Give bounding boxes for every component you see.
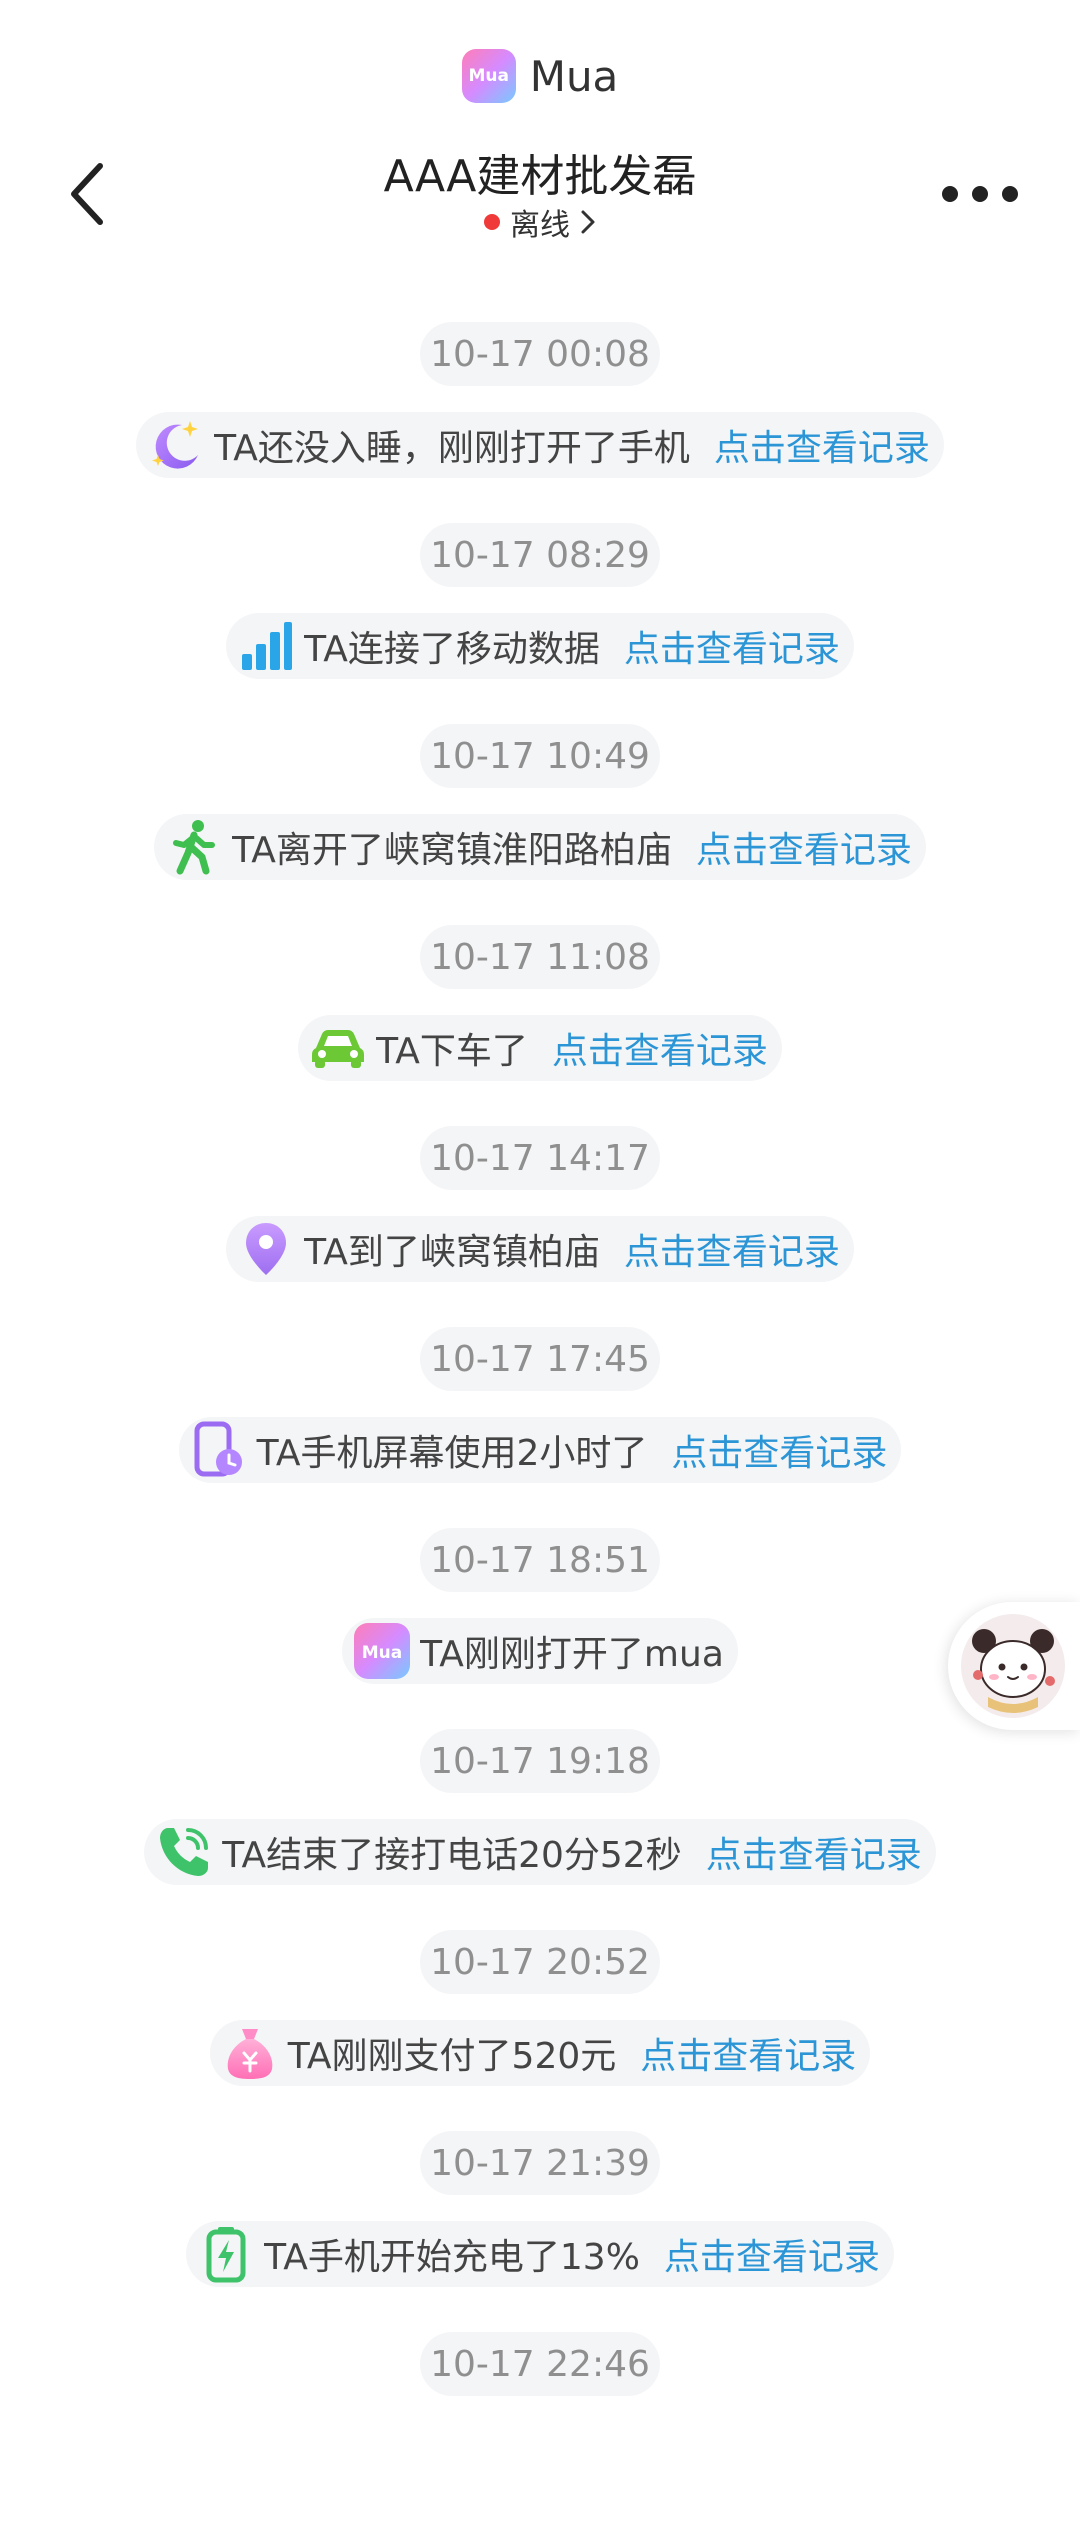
contact-name: AAA建材批发磊 <box>383 151 697 202</box>
view-record-link[interactable]: 点击查看记录 <box>664 2228 880 2280</box>
feed-entry: 10-17 08:29 TA连接了移动数据 点击查看记录 <box>0 523 1080 724</box>
feed-entry: 10-17 10:49 TA离开了峡窝镇淮阳路柏庙 点击查看记录 <box>0 724 1080 925</box>
event-text: TA连接了移动数据 <box>304 629 600 670</box>
car-icon <box>308 1018 368 1078</box>
svg-text:Mua: Mua <box>362 1643 403 1663</box>
phone-clock-icon <box>189 1420 249 1480</box>
view-record-link[interactable]: 点击查看记录 <box>624 1223 840 1275</box>
timestamp-pill: 10-17 18:51 <box>420 1528 660 1592</box>
location-pin-icon <box>236 1219 296 1279</box>
feed-entry: 10-17 18:51 Mua TA刚刚打开了mua <box>0 1528 1080 1729</box>
event-text: TA还没入睡，刚刚打开了手机 <box>214 428 690 469</box>
event-pill: TA结束了接打电话20分52秒 点击查看记录 <box>144 1819 936 1885</box>
event-pill: TA手机开始充电了13% 点击查看记录 <box>186 2221 894 2287</box>
view-record-link[interactable]: 点击查看记录 <box>624 620 840 672</box>
contact-status[interactable]: 离线 <box>0 200 1080 244</box>
mua-logo-icon: Mua <box>352 1621 412 1681</box>
event-text: TA手机屏幕使用2小时了 <box>256 1433 648 1474</box>
timestamp-pill: 10-17 00:08 <box>420 322 660 386</box>
timestamp-pill: 10-17 08:29 <box>420 523 660 587</box>
event-text: TA离开了峡窝镇淮阳路柏庙 <box>232 830 672 871</box>
signal-bars-icon <box>236 616 296 676</box>
view-record-link[interactable]: 点击查看记录 <box>552 1022 768 1074</box>
event-pill: TA手机屏幕使用2小时了 点击查看记录 <box>178 1417 902 1483</box>
feed-entry: 10-17 14:17 TA到了峡窝镇柏庙 点击查看记录 <box>0 1126 1080 1327</box>
moon-star-icon <box>146 415 206 475</box>
event-text: TA到了峡窝镇柏庙 <box>304 1232 600 1273</box>
event-pill: TA刚刚支付了520元 点击查看记录 <box>209 2020 871 2086</box>
view-record-link[interactable]: 点击查看记录 <box>671 1424 887 1476</box>
more-dots-icon <box>942 186 1018 202</box>
event-text: TA结束了接打电话20分52秒 <box>222 1835 682 1876</box>
feed-entry: 10-17 17:45 TA手机屏幕使用2小时了 点击查看记录 <box>0 1327 1080 1528</box>
event-pill: TA还没入睡，刚刚打开了手机 点击查看记录 <box>136 412 944 478</box>
view-record-link[interactable]: 点击查看记录 <box>696 821 912 873</box>
status-label: 离线 <box>510 208 570 243</box>
event-pill: TA连接了移动数据 点击查看记录 <box>226 613 854 679</box>
event-text: TA刚刚支付了520元 <box>287 2036 617 2077</box>
timestamp-pill: 10-17 11:08 <box>420 925 660 989</box>
event-pill: TA下车了 点击查看记录 <box>298 1015 782 1081</box>
feed-entry: 10-17 22:46 <box>0 2332 1080 2533</box>
feed-entry: 10-17 21:39 TA手机开始充电了13% 点击查看记录 <box>0 2131 1080 2332</box>
timestamp-pill: 10-17 10:49 <box>420 724 660 788</box>
brand-name: Mua <box>529 51 619 101</box>
status-dot <box>484 214 500 230</box>
chevron-right-icon <box>581 210 595 234</box>
battery-charging-icon <box>196 2224 256 2284</box>
timestamp-pill: 10-17 21:39 <box>420 2131 660 2195</box>
floating-avatar-button[interactable] <box>948 1602 1080 1730</box>
timestamp-pill: 10-17 19:18 <box>420 1729 660 1793</box>
phone-call-icon <box>154 1822 214 1882</box>
timestamp-pill: 10-17 17:45 <box>420 1327 660 1391</box>
view-record-link[interactable]: 点击查看记录 <box>640 2027 856 2079</box>
app-brand-bar: Mua Mua <box>0 42 1080 110</box>
feed-entry: 10-17 00:08 TA还没入睡，刚刚打开了手机 点击查看记录 <box>0 322 1080 523</box>
event-pill: Mua TA刚刚打开了mua <box>342 1618 738 1684</box>
activity-feed: 10-17 00:08 TA还没入睡，刚刚打开了手机 点击查看记录 10-17 … <box>0 322 1080 2533</box>
event-pill: TA离开了峡窝镇淮阳路柏庙 点击查看记录 <box>154 814 926 880</box>
walking-person-icon <box>164 817 224 877</box>
mua-logo-icon: Mua <box>461 49 516 103</box>
cartoon-avatar-icon <box>961 1614 1065 1718</box>
event-text: TA手机开始充电了13% <box>264 2237 640 2278</box>
feed-entry: 10-17 19:18 TA结束了接打电话20分52秒 点击查看记录 <box>0 1729 1080 1930</box>
event-pill: TA到了峡窝镇柏庙 点击查看记录 <box>226 1216 854 1282</box>
view-record-link[interactable]: 点击查看记录 <box>706 1826 922 1878</box>
money-bag-icon <box>220 2023 280 2083</box>
feed-entry: 10-17 20:52 TA刚刚支付了520元 点击查看记录 <box>0 1930 1080 2131</box>
more-options-button[interactable] <box>935 168 1025 220</box>
feed-entry: 10-17 11:08 TA下车了 点击查看记录 <box>0 925 1080 1126</box>
timestamp-pill: 10-17 20:52 <box>420 1930 660 1994</box>
event-text: TA下车了 <box>376 1031 528 1072</box>
brand-logo-text: Mua <box>468 66 509 86</box>
timestamp-pill: 10-17 14:17 <box>420 1126 660 1190</box>
view-record-link[interactable]: 点击查看记录 <box>714 419 930 471</box>
event-text: TA刚刚打开了mua <box>420 1634 724 1675</box>
timestamp-pill: 10-17 22:46 <box>420 2332 660 2396</box>
